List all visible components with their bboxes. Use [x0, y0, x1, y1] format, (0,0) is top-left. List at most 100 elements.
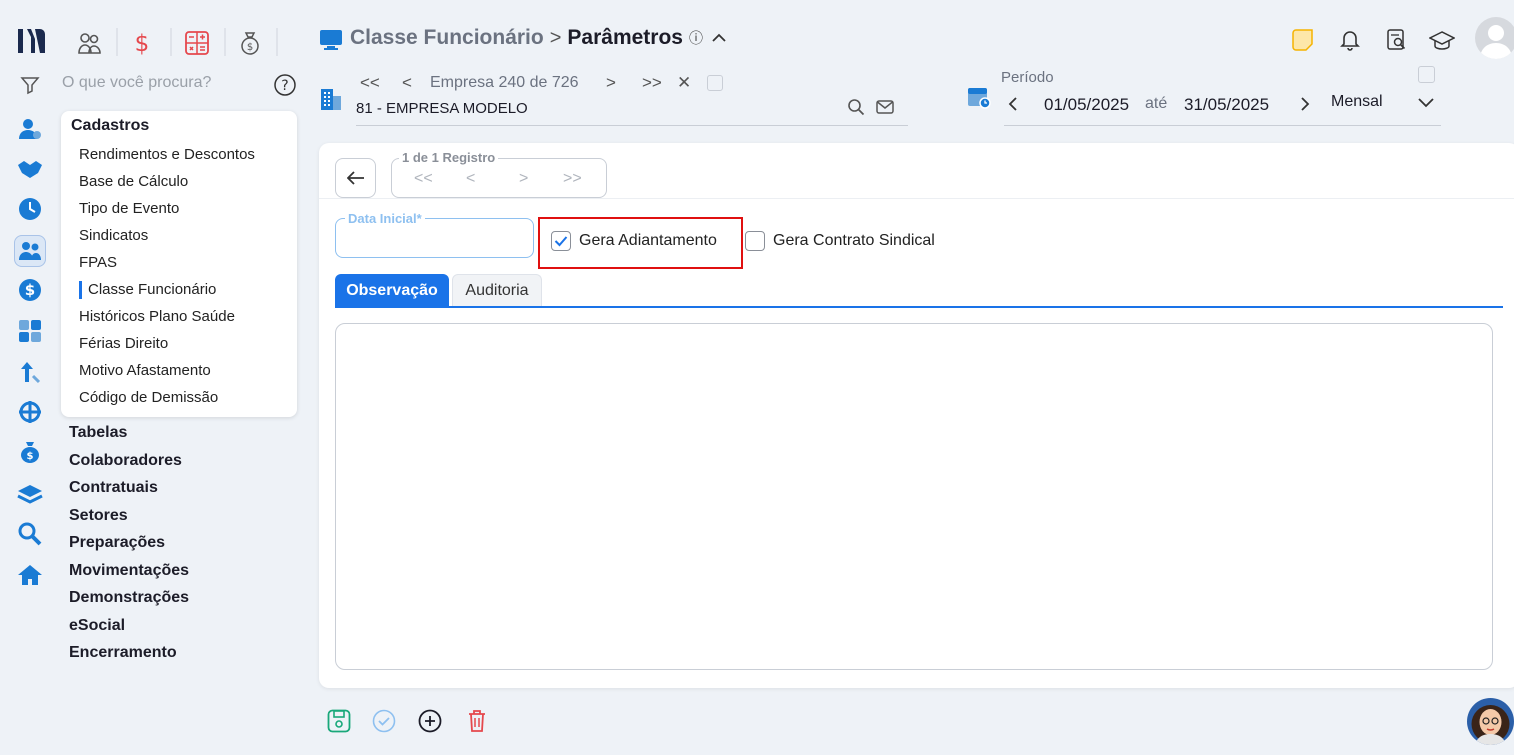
- help-icon[interactable]: ?: [273, 73, 297, 97]
- menu-item-rendimentos[interactable]: Rendimentos e Descontos: [79, 146, 255, 163]
- magnifier-icon[interactable]: [846, 97, 866, 117]
- sticky-note-icon[interactable]: [1290, 27, 1316, 53]
- users-icon[interactable]: [74, 28, 106, 58]
- menu-section-cadastros[interactable]: Cadastros: [71, 117, 149, 135]
- menu-item-codigo-demissao[interactable]: Código de Demissão: [79, 389, 218, 406]
- svg-text:$: $: [25, 281, 35, 299]
- gera-adiantamento-checkbox[interactable]: [551, 231, 571, 251]
- menu-section-contratuais[interactable]: Contratuais: [69, 479, 158, 497]
- menu-item-tipo-evento[interactable]: Tipo de Evento: [79, 200, 179, 217]
- breadcrumb-parent[interactable]: Classe Funcionário: [350, 26, 544, 50]
- panel-divider: [319, 198, 1514, 199]
- menu-section-encerramento[interactable]: Encerramento: [69, 644, 177, 662]
- filter-icon[interactable]: [18, 73, 42, 97]
- dollar-circle-icon[interactable]: $: [16, 276, 44, 304]
- record-prev-button[interactable]: <: [466, 170, 475, 188]
- menu-section-setores[interactable]: Setores: [69, 507, 128, 525]
- gera-contrato-checkbox[interactable]: [745, 231, 765, 251]
- gera-adiantamento-label[interactable]: Gera Adiantamento: [579, 232, 717, 250]
- svg-text:$: $: [27, 451, 34, 462]
- document-search-icon[interactable]: [1384, 27, 1410, 53]
- svg-text:?: ?: [281, 78, 288, 94]
- period-checkbox[interactable]: [1418, 66, 1435, 83]
- menu-item-fpas[interactable]: FPAS: [79, 254, 117, 271]
- period-mode-select[interactable]: Mensal: [1331, 93, 1383, 111]
- money-bag-icon[interactable]: $: [16, 438, 44, 466]
- menu-item-motivo-afastamento[interactable]: Motivo Afastamento: [79, 362, 211, 379]
- network-icon[interactable]: [16, 398, 44, 426]
- handshake-icon[interactable]: [16, 155, 44, 183]
- dollar-icon[interactable]: $: [128, 28, 156, 58]
- gera-contrato-label[interactable]: Gera Contrato Sindical: [773, 232, 935, 250]
- calculator-tool-icon[interactable]: [182, 28, 212, 58]
- page-title: Parâmetros: [567, 26, 683, 49]
- calculator-icon[interactable]: [16, 317, 44, 345]
- info-icon[interactable]: ⓘ: [689, 28, 703, 48]
- company-last-button[interactable]: >>: [642, 73, 662, 93]
- period-start[interactable]: 01/05/2025: [1044, 95, 1129, 115]
- company-select-checkbox[interactable]: [707, 75, 723, 91]
- app-logo[interactable]: [14, 26, 48, 56]
- menu-item-classe-funcionario[interactable]: Classe Funcionário: [88, 281, 216, 298]
- breadcrumb: Classe Funcionário > Parâmetros ⓘ: [350, 26, 727, 50]
- add-icon[interactable]: [417, 708, 443, 734]
- record-next-button[interactable]: >: [519, 170, 528, 188]
- menu-section-esocial[interactable]: eSocial: [69, 617, 125, 635]
- people-icon[interactable]: [14, 235, 46, 267]
- clock-icon[interactable]: [16, 195, 44, 223]
- period-label: Período: [1001, 69, 1054, 86]
- tabs-underline: [335, 306, 1503, 308]
- confirm-icon[interactable]: [371, 708, 397, 734]
- monitor-icon: [318, 28, 344, 52]
- menu-section-preparacoes[interactable]: Preparações: [69, 534, 165, 552]
- menu-section-colaboradores[interactable]: Colaboradores: [69, 452, 182, 470]
- active-indicator: [79, 281, 82, 299]
- company-name[interactable]: 81 - EMPRESA MODELO: [356, 100, 528, 117]
- search-input[interactable]: O que você procura?: [62, 74, 262, 96]
- company-first-button[interactable]: <<: [360, 73, 380, 93]
- mail-icon[interactable]: [875, 97, 895, 117]
- svg-text:$: $: [247, 42, 253, 53]
- save-icon[interactable]: [326, 708, 352, 734]
- chevron-up-icon[interactable]: [711, 32, 727, 44]
- arrow-up-pen-icon[interactable]: [16, 358, 44, 386]
- assistant-avatar[interactable]: [1467, 698, 1514, 745]
- home-icon[interactable]: [16, 561, 44, 589]
- menu-section-movimentacoes[interactable]: Movimentações: [69, 562, 189, 580]
- menu-item-sindicatos[interactable]: Sindicatos: [79, 227, 148, 244]
- menu-item-historicos-plano-saude[interactable]: Históricos Plano Saúde: [79, 308, 235, 325]
- observacao-textarea[interactable]: [335, 323, 1493, 670]
- search-icon[interactable]: [16, 520, 44, 548]
- bell-icon[interactable]: [1337, 27, 1363, 53]
- menu-section-demonstracoes[interactable]: Demonstrações: [69, 589, 189, 607]
- menu-item-base-calculo[interactable]: Base de Cálculo: [79, 173, 188, 190]
- period-underline: [1004, 125, 1441, 126]
- period-next-icon[interactable]: [1296, 95, 1314, 113]
- calendar-icon: [966, 84, 992, 110]
- graduation-cap-icon[interactable]: [1428, 27, 1456, 53]
- chevron-down-icon[interactable]: [1416, 94, 1436, 112]
- tab-observacao[interactable]: Observação: [335, 274, 449, 307]
- back-button[interactable]: [335, 158, 376, 198]
- layers-icon[interactable]: [16, 480, 44, 508]
- period-separator: até: [1145, 95, 1168, 112]
- menu-section-tabelas[interactable]: Tabelas: [69, 424, 127, 442]
- data-inicial-label: Data Inicial*: [345, 211, 425, 226]
- period-end[interactable]: 31/05/2025: [1184, 95, 1269, 115]
- employee-settings-icon[interactable]: [16, 115, 44, 143]
- tab-auditoria[interactable]: Auditoria: [452, 274, 542, 306]
- company-prev-button[interactable]: <: [402, 73, 412, 93]
- money-bag-tool-icon[interactable]: $: [236, 28, 264, 58]
- user-avatar[interactable]: [1475, 17, 1514, 59]
- company-next-button[interactable]: >: [606, 73, 616, 93]
- company-clear-button[interactable]: ✕: [677, 73, 691, 93]
- delete-icon[interactable]: [464, 708, 490, 734]
- menu-item-ferias-direito[interactable]: Férias Direito: [79, 335, 168, 352]
- period-prev-icon[interactable]: [1004, 95, 1022, 113]
- record-last-button[interactable]: >>: [563, 170, 582, 188]
- record-first-button[interactable]: <<: [414, 170, 433, 188]
- record-count: 1 de 1 Registro: [399, 150, 499, 165]
- company-position: Empresa 240 de 726: [430, 74, 579, 91]
- company-underline: [356, 125, 908, 126]
- svg-text:$: $: [135, 31, 150, 56]
